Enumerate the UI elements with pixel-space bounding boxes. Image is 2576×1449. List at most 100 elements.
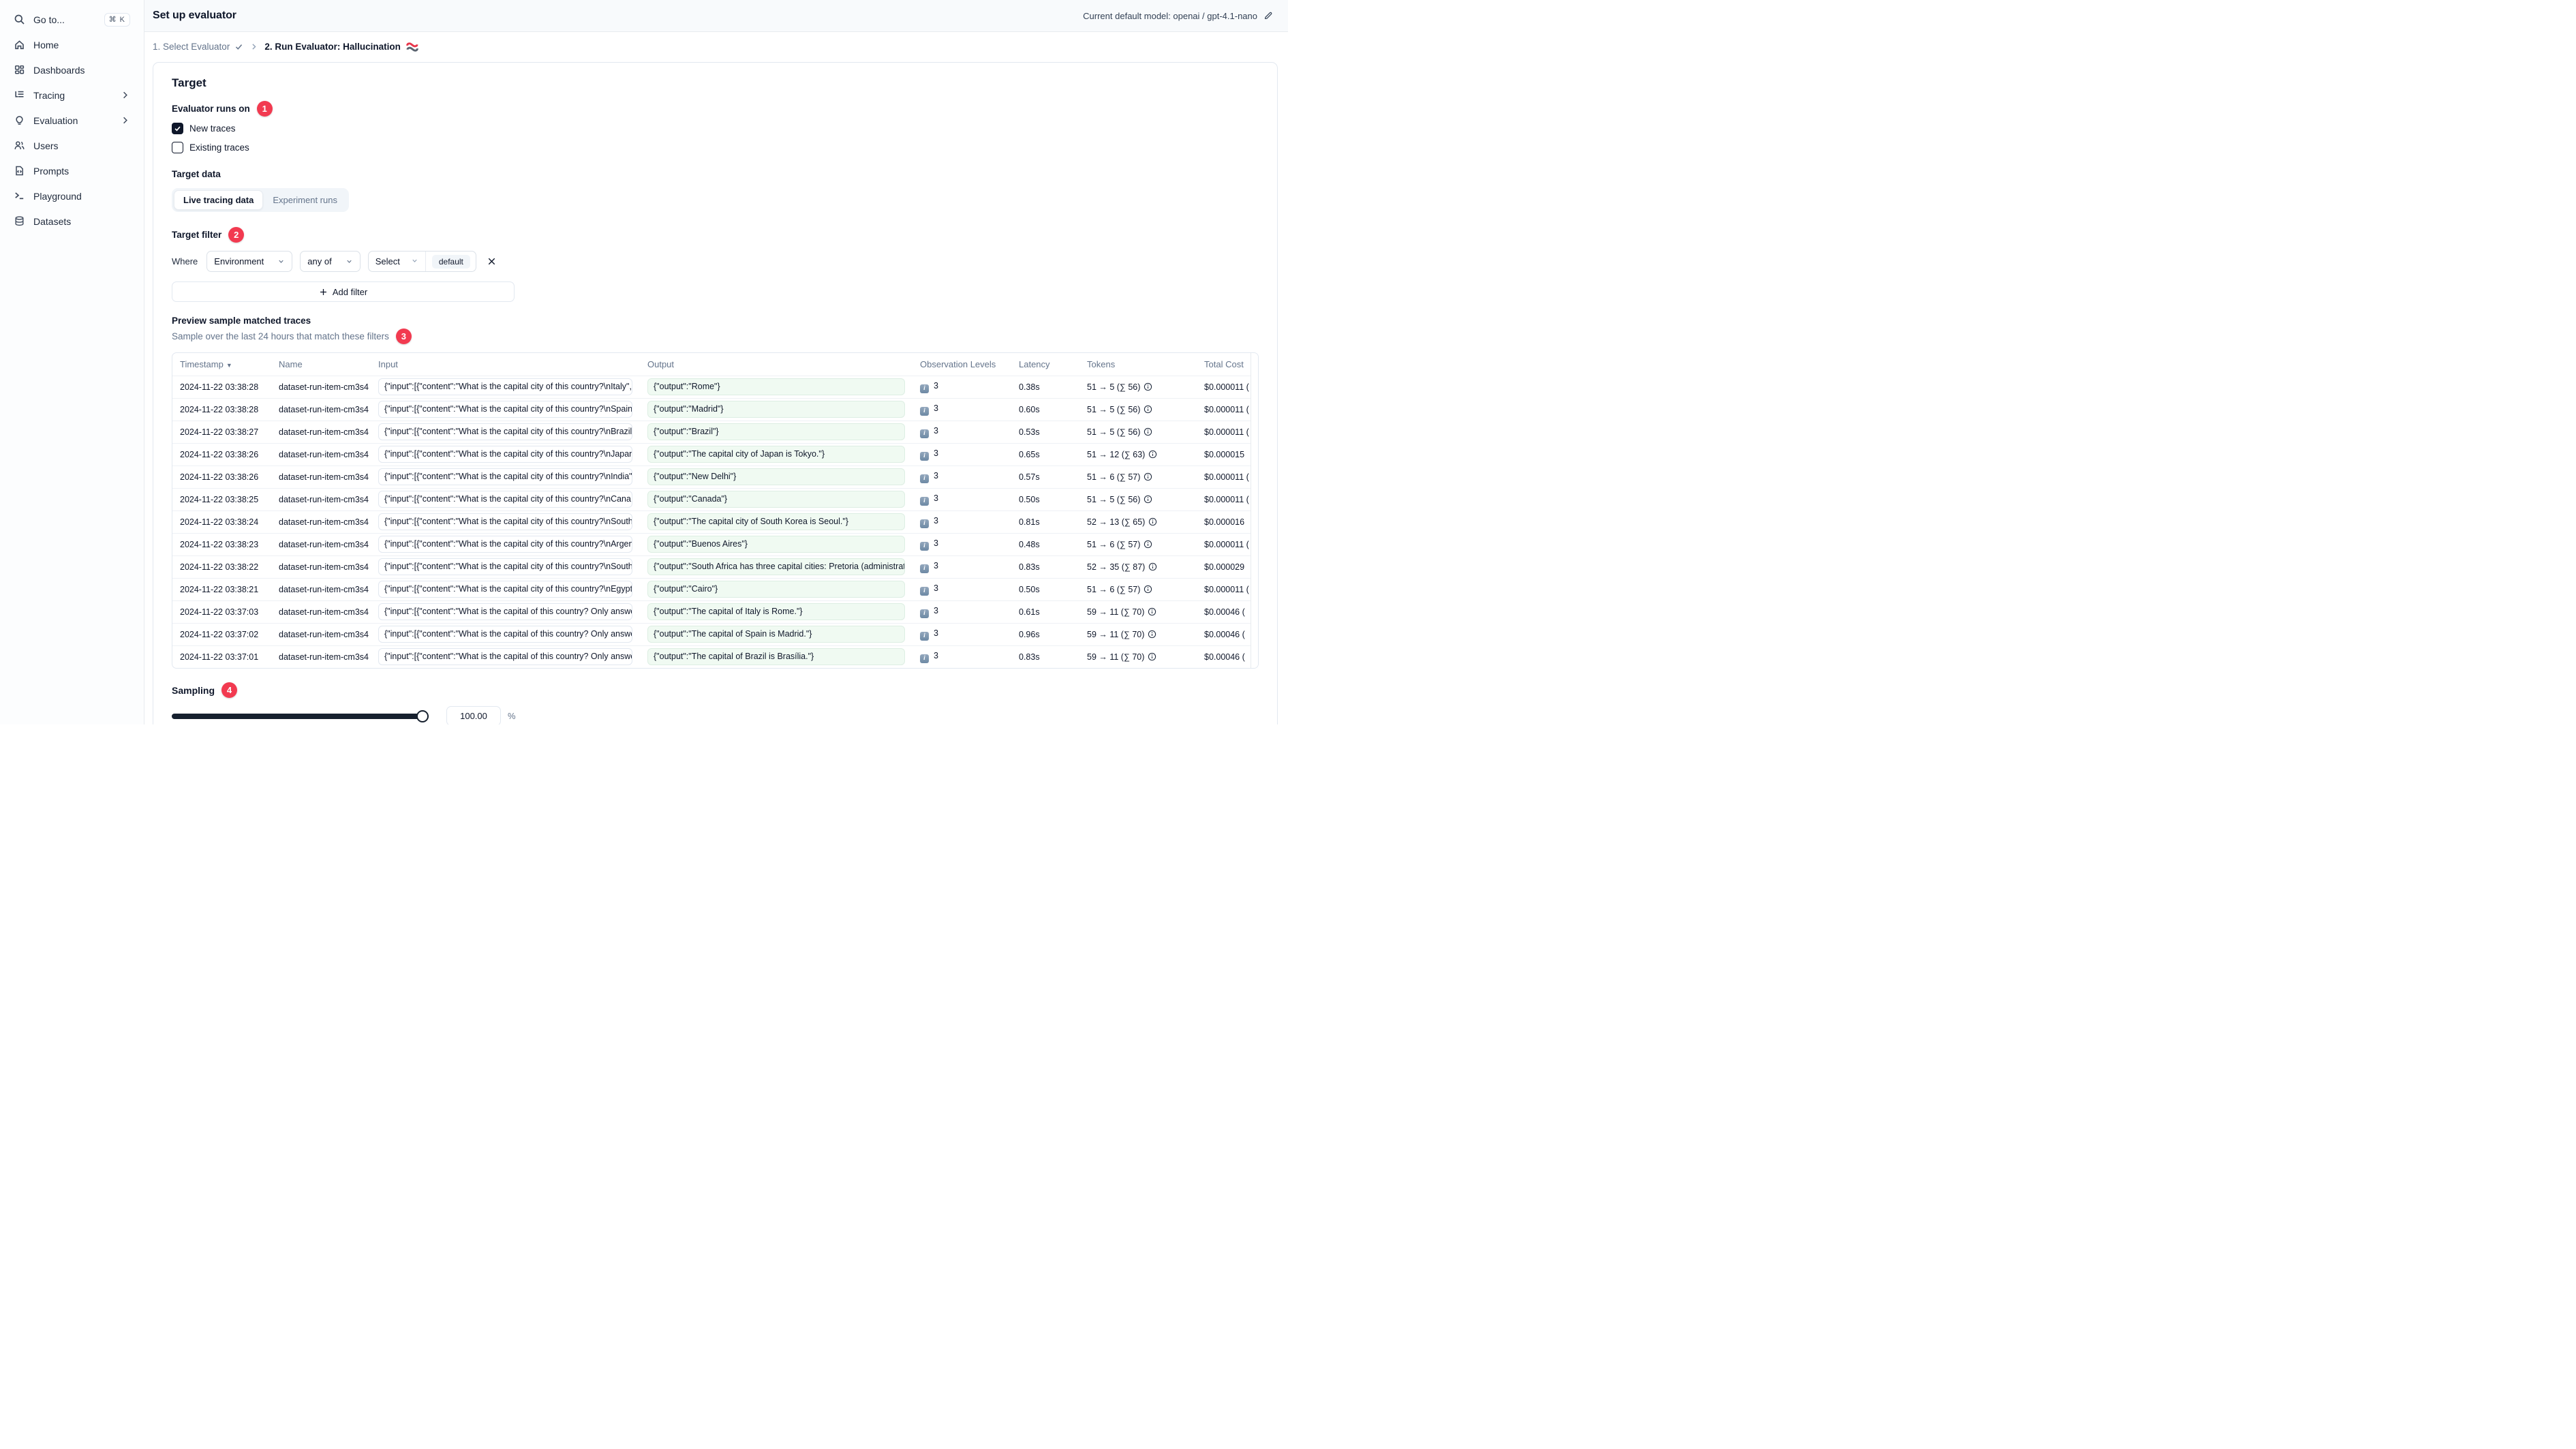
output-cell[interactable]: {"output":"The capital city of South Kor…	[647, 513, 905, 530]
target-heading: Target	[172, 76, 206, 89]
token-info-icon[interactable]	[1140, 405, 1152, 414]
input-cell[interactable]: {"input":[{"content":"What is the capita…	[378, 581, 632, 598]
checkbox-label: Existing traces	[189, 142, 249, 153]
default-model-label: Current default model: openai / gpt-4.1-…	[1083, 10, 1257, 21]
sidebar-item-playground[interactable]: Playground	[8, 183, 136, 209]
edit-model-icon[interactable]	[1263, 11, 1273, 20]
output-cell[interactable]: {"output":"Madrid"}	[647, 401, 905, 418]
filter-column-select[interactable]: Environment	[206, 251, 293, 272]
output-cell[interactable]: {"output":"Canada"}	[647, 491, 905, 508]
token-info-icon[interactable]	[1145, 450, 1157, 459]
table-row[interactable]: 2024-11-22 03:38:22 dataset-run-item-cm3s…	[172, 555, 1251, 578]
sidebar-item-tracing[interactable]: Tracing	[8, 82, 136, 108]
input-cell[interactable]: {"input":[{"content":"What is the capita…	[378, 378, 632, 395]
token-info-icon[interactable]	[1144, 652, 1156, 662]
sidebar-item-home[interactable]: Home	[8, 32, 136, 57]
keyboard-shortcut-badge: ⌘ K	[104, 12, 130, 27]
tokens-cell: 51 → 5 (∑ 56)	[1082, 375, 1199, 398]
filter-operator-select[interactable]: any of	[300, 251, 361, 272]
sampling-slider[interactable]	[172, 710, 429, 722]
checkbox-new-traces[interactable]: New traces	[172, 121, 1259, 136]
token-info-icon[interactable]	[1140, 472, 1152, 482]
token-info-icon[interactable]	[1140, 382, 1152, 392]
table-row[interactable]: 2024-11-22 03:37:03 dataset-run-item-cm3s…	[172, 600, 1251, 623]
sidebar-item-datasets[interactable]: Datasets	[8, 209, 136, 234]
token-info-icon[interactable]	[1140, 540, 1152, 549]
observation-levels-cell: i3	[915, 420, 1013, 443]
check-icon	[236, 44, 243, 50]
total-cost-cell: $0.000011 (	[1199, 577, 1251, 600]
output-cell[interactable]: {"output":"South Africa has three capita…	[647, 558, 905, 575]
checkbox-box[interactable]	[172, 142, 183, 153]
token-info-icon[interactable]	[1140, 585, 1152, 594]
sidebar-item-users[interactable]: Users	[8, 133, 136, 158]
info-level-icon: i	[920, 654, 929, 663]
slider-thumb[interactable]	[416, 710, 429, 722]
target-data-label: Target data	[172, 169, 221, 179]
table-row[interactable]: 2024-11-22 03:37:01 dataset-run-item-cm3s…	[172, 645, 1251, 668]
info-level-icon: i	[920, 451, 929, 461]
filter-value-select[interactable]: Select default	[367, 251, 476, 272]
table-row[interactable]: 2024-11-22 03:38:24 dataset-run-item-cm3s…	[172, 510, 1251, 533]
table-row[interactable]: 2024-11-22 03:38:27 dataset-run-item-cm3s…	[172, 420, 1251, 443]
table-row[interactable]: 2024-11-22 03:38:23 dataset-run-item-cm3s…	[172, 532, 1251, 555]
checkbox-box[interactable]	[172, 123, 183, 134]
input-cell[interactable]: {"input":[{"content":"What is the capita…	[378, 558, 632, 575]
timestamp-cell: 2024-11-22 03:38:22	[172, 555, 273, 578]
sidebar-item-dashboards[interactable]: Dashboards	[8, 57, 136, 82]
input-cell[interactable]: {"input":[{"content":"What is the capita…	[378, 536, 632, 553]
input-cell[interactable]: {"input":[{"content":"What is the capita…	[378, 513, 632, 530]
breadcrumb: 1. Select Evaluator 2. Run Evaluator: Ha…	[144, 32, 1288, 61]
input-cell[interactable]: {"input":[{"content":"What is the capita…	[378, 648, 632, 666]
token-info-icon[interactable]	[1145, 517, 1157, 527]
filter-value-chip: default	[431, 254, 470, 269]
token-info-icon[interactable]	[1144, 630, 1156, 639]
output-cell[interactable]: {"output":"Cairo"}	[647, 581, 905, 598]
output-cell[interactable]: {"output":"Buenos Aires"}	[647, 536, 905, 553]
token-info-icon[interactable]	[1144, 607, 1156, 617]
latency-cell: 0.81s	[1013, 510, 1082, 533]
table-row[interactable]: 2024-11-22 03:38:26 dataset-run-item-cm3s…	[172, 442, 1251, 466]
input-cell[interactable]: {"input":[{"content":"What is the capita…	[378, 603, 632, 620]
output-cell[interactable]: {"output":"Brazil"}	[647, 423, 905, 440]
sidebar-item-evaluation[interactable]: Evaluation	[8, 108, 136, 133]
step-badge-3: 3	[395, 329, 412, 344]
checkbox-existing-traces[interactable]: Existing traces	[172, 140, 1259, 155]
table-row[interactable]: 2024-11-22 03:38:26 dataset-run-item-cm3s…	[172, 465, 1251, 488]
token-info-icon[interactable]	[1140, 427, 1152, 437]
breadcrumb-step-select-evaluator[interactable]: 1. Select Evaluator	[153, 42, 243, 52]
output-cell[interactable]: {"output":"New Delhi"}	[647, 468, 905, 485]
output-cell[interactable]: {"output":"The capital of Italy is Rome.…	[647, 603, 905, 620]
table-row[interactable]: 2024-11-22 03:38:21 dataset-run-item-cm3s…	[172, 577, 1251, 600]
table-scrollbar[interactable]	[1251, 353, 1258, 668]
input-cell[interactable]: {"input":[{"content":"What is the capita…	[378, 626, 632, 643]
table-row[interactable]: 2024-11-22 03:37:02 dataset-run-item-cm3s…	[172, 622, 1251, 645]
input-cell[interactable]: {"input":[{"content":"What is the capita…	[378, 491, 632, 508]
output-cell[interactable]: {"output":"The capital of Spain is Madri…	[647, 626, 905, 643]
input-cell[interactable]: {"input":[{"content":"What is the capita…	[378, 423, 632, 440]
output-cell[interactable]: {"output":"The capital of Brazil is Bras…	[647, 648, 905, 666]
tab-experiment-runs[interactable]: Experiment runs	[263, 190, 347, 210]
latency-cell: 0.38s	[1013, 375, 1082, 398]
timestamp-cell: 2024-11-22 03:37:01	[172, 645, 273, 668]
token-info-icon[interactable]	[1145, 562, 1157, 572]
table-header-row: Timestamp ▼ Name Input Output Observation Lev…	[172, 353, 1251, 376]
sampling-percentage-input[interactable]	[446, 706, 501, 724]
table-row[interactable]: 2024-11-22 03:38:28 dataset-run-item-cm3s…	[172, 375, 1251, 398]
input-cell[interactable]: {"input":[{"content":"What is the capita…	[378, 468, 632, 485]
goto-search[interactable]: Go to... ⌘ K	[8, 7, 136, 32]
output-cell[interactable]: {"output":"The capital city of Japan is …	[647, 446, 905, 463]
breadcrumb-step-run-evaluator[interactable]: 2. Run Evaluator: Hallucination	[264, 42, 418, 52]
input-cell[interactable]: {"input":[{"content":"What is the capita…	[378, 401, 632, 418]
name-cell: dataset-run-item-cm3s4	[273, 420, 373, 443]
remove-filter-button[interactable]	[484, 254, 500, 269]
output-cell[interactable]: {"output":"Rome"}	[647, 378, 905, 395]
tab-live-tracing-data[interactable]: Live tracing data	[174, 190, 264, 210]
input-cell[interactable]: {"input":[{"content":"What is the capita…	[378, 446, 632, 463]
token-info-icon[interactable]	[1140, 495, 1152, 504]
table-row[interactable]: 2024-11-22 03:38:28 dataset-run-item-cm3s…	[172, 397, 1251, 421]
add-filter-button[interactable]: Add filter	[172, 281, 515, 302]
table-row[interactable]: 2024-11-22 03:38:25 dataset-run-item-cm3s…	[172, 487, 1251, 510]
column-header-timestamp[interactable]: Timestamp ▼	[172, 353, 273, 376]
sidebar-item-prompts[interactable]: Prompts	[8, 158, 136, 183]
